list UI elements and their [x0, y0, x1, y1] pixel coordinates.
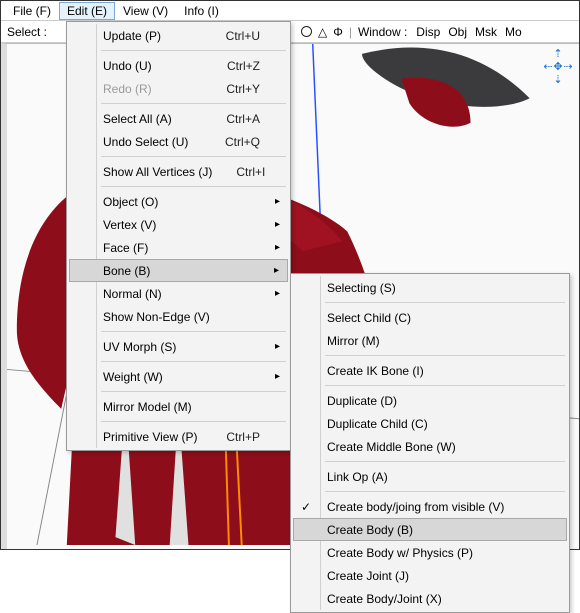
menu-item-create-body-joint[interactable]: Create Body/Joint (X) [293, 587, 567, 610]
menu-file[interactable]: File (F) [5, 2, 59, 20]
window-obj-button[interactable]: Obj [445, 25, 470, 39]
menu-item-update[interactable]: Update (P)Ctrl+U [69, 24, 288, 47]
menu-item-undo-select[interactable]: Undo Select (U)Ctrl+Q [69, 130, 288, 153]
check-icon: ✓ [301, 500, 311, 514]
menu-item-selecting[interactable]: Selecting (S) [293, 276, 567, 299]
menu-separator [101, 50, 286, 51]
toolbar-separator: | [349, 25, 352, 39]
menu-separator [101, 361, 286, 362]
menu-item-create-body[interactable]: Create Body (B) [293, 518, 567, 541]
nav-right-icon[interactable]: ⇢ [563, 60, 573, 73]
select-label: Select : [7, 25, 47, 39]
menu-item-normal[interactable]: Normal (N) [69, 282, 288, 305]
menu-separator [101, 156, 286, 157]
menu-item-bone[interactable]: Bone (B) [69, 259, 288, 282]
menu-item-mirror[interactable]: Mirror (M) [293, 329, 567, 352]
circle-tool-icon[interactable] [301, 26, 312, 37]
menu-view[interactable]: View (V) [115, 2, 176, 20]
menu-item-vertex[interactable]: Vertex (V) [69, 213, 288, 236]
menu-info[interactable]: Info (I) [176, 2, 227, 20]
menu-separator [325, 302, 565, 303]
menu-separator [101, 103, 286, 104]
menu-separator [101, 421, 286, 422]
menu-separator [101, 391, 286, 392]
window-label: Window : [358, 25, 407, 39]
bone-submenu: Selecting (S) Select Child (C) Mirror (M… [290, 273, 570, 613]
menu-item-select-child[interactable]: Select Child (C) [293, 306, 567, 329]
menu-item-redo[interactable]: Redo (R)Ctrl+Y [69, 77, 288, 100]
menu-separator [101, 331, 286, 332]
menu-item-create-body-physics[interactable]: Create Body w/ Physics (P) [293, 541, 567, 564]
menu-item-link-op[interactable]: Link Op (A) [293, 465, 567, 488]
menu-edit[interactable]: Edit (E) [59, 2, 115, 20]
menu-item-uv-morph[interactable]: UV Morph (S) [69, 335, 288, 358]
menu-item-object[interactable]: Object (O) [69, 190, 288, 213]
nav-down-icon[interactable]: ⇣ [553, 73, 563, 86]
menu-item-create-joint[interactable]: Create Joint (J) [293, 564, 567, 587]
menu-separator [325, 491, 565, 492]
menu-item-create-middle-bone[interactable]: Create Middle Bone (W) [293, 435, 567, 458]
nav-left-icon[interactable]: ⇠ [543, 60, 553, 73]
menu-item-primitive-view[interactable]: Primitive View (P)Ctrl+P [69, 425, 288, 448]
menu-item-undo[interactable]: Undo (U)Ctrl+Z [69, 54, 288, 77]
menu-item-duplicate[interactable]: Duplicate (D) [293, 389, 567, 412]
window-msk-button[interactable]: Msk [472, 25, 500, 39]
menubar: File (F) Edit (E) View (V) Info (I) [1, 1, 579, 21]
menu-item-create-body-from-visible[interactable]: ✓Create body/joing from visible (V) [293, 495, 567, 518]
window-disp-button[interactable]: Disp [413, 25, 443, 39]
window-mo-button[interactable]: Mo [502, 25, 525, 39]
triangle-tool-icon[interactable]: △ [318, 26, 327, 38]
toolbar-right: △ Φ | Window : Disp Obj Msk Mo [301, 25, 525, 39]
menu-item-show-all-vertices[interactable]: Show All Vertices (J)Ctrl+I [69, 160, 288, 183]
nav-up-icon[interactable]: ⇡ [553, 47, 563, 60]
menu-separator [325, 355, 565, 356]
menu-item-mirror-model[interactable]: Mirror Model (M) [69, 395, 288, 418]
menu-item-face[interactable]: Face (F) [69, 236, 288, 259]
menu-separator [325, 385, 565, 386]
viewport-nav-widget[interactable]: ⇡ ⇠✥⇢ ⇣ [543, 47, 573, 77]
menu-item-weight[interactable]: Weight (W) [69, 365, 288, 388]
menu-item-show-non-edge[interactable]: Show Non-Edge (V) [69, 305, 288, 328]
nav-center-icon[interactable]: ✥ [553, 60, 563, 73]
menu-item-duplicate-child[interactable]: Duplicate Child (C) [293, 412, 567, 435]
phi-tool-icon[interactable]: Φ [333, 25, 343, 39]
menu-item-create-ik-bone[interactable]: Create IK Bone (I) [293, 359, 567, 382]
edit-dropdown-menu: Update (P)Ctrl+U Undo (U)Ctrl+Z Redo (R)… [66, 21, 291, 451]
menu-separator [101, 186, 286, 187]
menu-item-select-all[interactable]: Select All (A)Ctrl+A [69, 107, 288, 130]
menu-separator [325, 461, 565, 462]
